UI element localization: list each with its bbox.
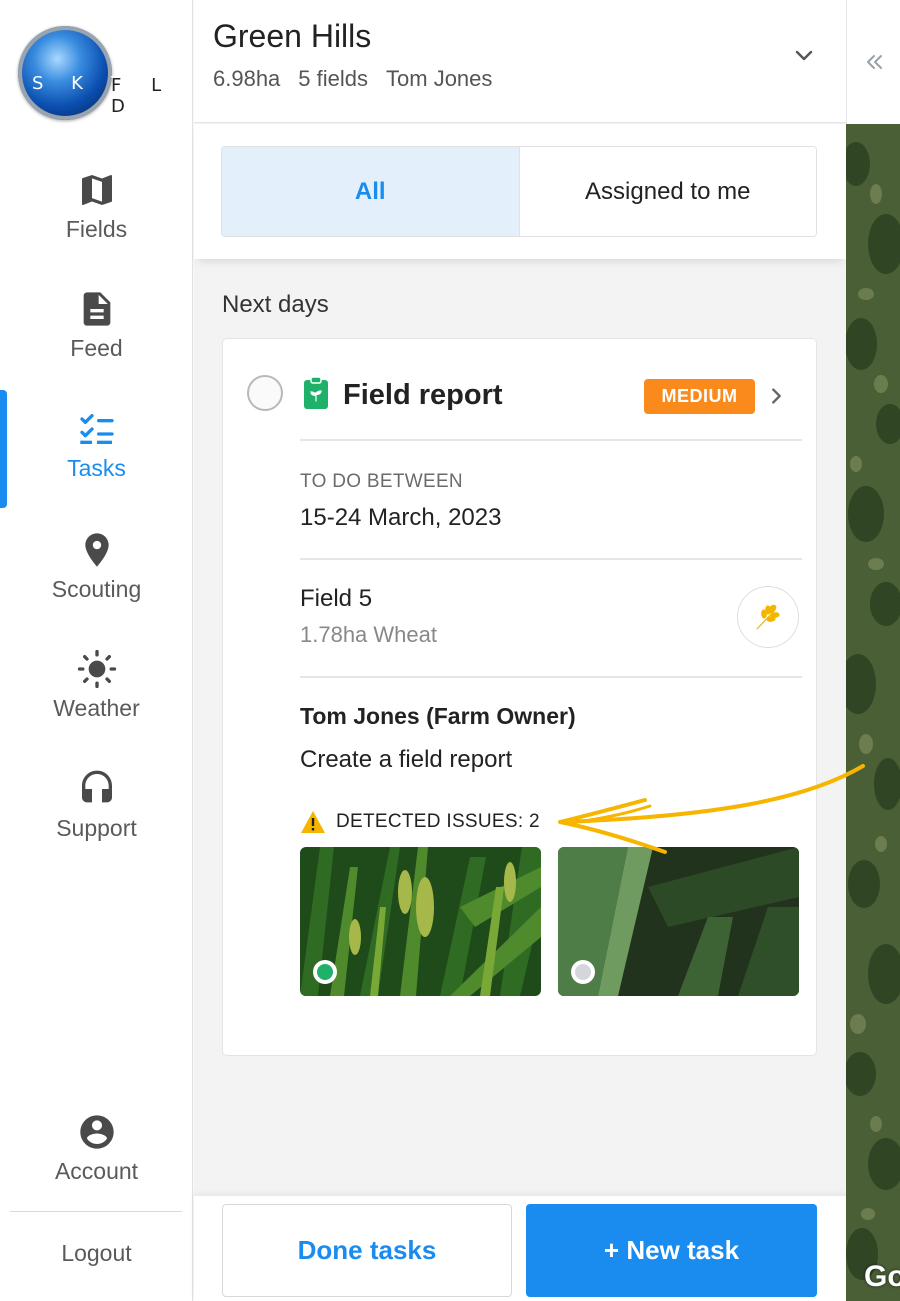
sidebar-item-label: Account <box>54 1158 139 1184</box>
section-heading: Next days <box>222 291 329 318</box>
logo-text-fld: F L D <box>111 75 174 117</box>
filter-all-button[interactable]: All <box>222 147 520 236</box>
farm-area: 6.98ha <box>213 66 281 91</box>
sun-icon <box>77 649 116 689</box>
farm-field-count: 5 fields <box>298 66 369 91</box>
sidebar-item-label: Weather <box>53 695 140 721</box>
field-details: 1.78ha Wheat <box>300 622 437 647</box>
todo-label: TO DO BETWEEN <box>300 471 463 492</box>
document-icon <box>83 292 110 326</box>
tasks-panel: Green Hills 6.98ha 5 fields Tom Jones All … <box>194 0 846 1301</box>
sidebar-item-scouting[interactable]: Scouting <box>0 530 193 642</box>
task-title: Field report <box>343 379 503 411</box>
task-card[interactable]: Field report MEDIUM TO DO BETWEEN 15-24 … <box>222 338 817 1056</box>
sidebar: S K Y F L D Fields Feed Tasks Scouting W… <box>0 0 193 1301</box>
logout-button[interactable]: Logout <box>0 1240 193 1267</box>
satellite-map[interactable] <box>846 124 900 1301</box>
farm-name: Green Hills <box>213 18 372 54</box>
sidebar-item-fields[interactable]: Fields <box>0 170 193 282</box>
sidebar-item-weather[interactable]: Weather <box>0 649 193 761</box>
done-tasks-button[interactable]: Done tasks <box>222 1204 512 1297</box>
divider <box>300 558 802 560</box>
skyfld-logo[interactable]: S K Y F L D <box>18 26 188 120</box>
priority-badge: MEDIUM <box>644 379 755 414</box>
sidebar-item-tasks[interactable]: Tasks <box>0 409 193 521</box>
wheat-icon <box>756 604 780 630</box>
double-chevron-left-icon <box>867 55 882 69</box>
sidebar-item-label: Tasks <box>67 455 126 481</box>
sidebar-item-account[interactable]: Account <box>0 1112 193 1224</box>
location-pin-icon <box>84 533 109 567</box>
divider <box>300 676 802 678</box>
sidebar-item-support[interactable]: Support <box>0 769 193 881</box>
task-filter-area: All Assigned to me <box>194 124 846 259</box>
chevron-down-icon[interactable] <box>792 44 816 68</box>
sidebar-item-label: Fields <box>65 216 128 242</box>
warning-icon <box>301 811 325 833</box>
detected-issues-label: DETECTED ISSUES: 2 <box>336 811 540 832</box>
map-attribution: Go <box>864 1260 900 1293</box>
headset-icon <box>81 770 112 803</box>
task-description: Create a field report <box>300 746 513 773</box>
farm-meta: 6.98ha 5 fields Tom Jones <box>213 66 510 92</box>
divider <box>300 439 802 441</box>
issue-photo-thumbnail[interactable] <box>558 847 799 996</box>
sidebar-divider <box>10 1211 182 1212</box>
farm-header[interactable]: Green Hills 6.98ha 5 fields Tom Jones <box>194 0 846 123</box>
filter-assigned-button[interactable]: Assigned to me <box>519 147 816 236</box>
todo-date-range: 15-24 March, 2023 <box>300 504 502 531</box>
task-assignee: Tom Jones (Farm Owner) <box>300 703 576 729</box>
map-icon <box>81 175 112 205</box>
farm-owner: Tom Jones <box>386 66 493 91</box>
sidebar-item-label: Feed <box>70 335 123 361</box>
task-filter-toggle: All Assigned to me <box>221 146 817 237</box>
checklist-icon <box>79 414 114 444</box>
crop-badge <box>737 586 799 648</box>
sidebar-item-feed[interactable]: Feed <box>0 289 193 401</box>
account-icon <box>79 1115 114 1149</box>
new-task-button[interactable]: + New task <box>526 1204 817 1297</box>
detected-issues: DETECTED ISSUES: 2 <box>300 809 540 835</box>
task-complete-radio[interactable] <box>247 375 283 411</box>
chevron-right-icon[interactable] <box>765 385 787 407</box>
sidebar-item-label: Support <box>56 815 137 841</box>
issue-photo-thumbnail[interactable] <box>300 847 541 996</box>
collapse-panel-button[interactable] <box>846 0 900 124</box>
field-name: Field 5 <box>300 585 373 612</box>
sidebar-item-label: Scouting <box>51 576 142 602</box>
bottom-action-bar: Done tasks + New task <box>194 1196 846 1301</box>
field-report-icon <box>304 376 328 409</box>
